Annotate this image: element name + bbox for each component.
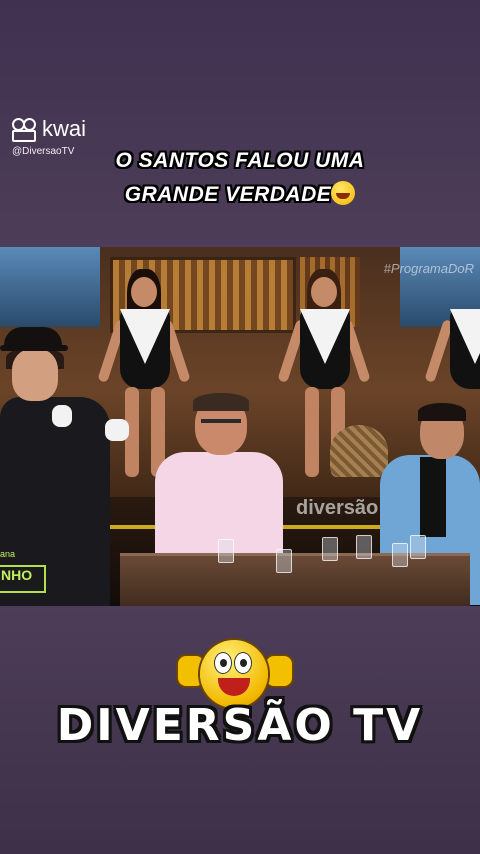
water-glass (218, 539, 234, 563)
video-watermark-mid: diversão (296, 497, 379, 519)
kwai-logo: kwai (12, 116, 86, 142)
kwai-camera-icon (12, 118, 38, 142)
caption-line-2: GRANDE VERDADE (0, 181, 480, 207)
studio-window (0, 247, 100, 327)
show-badge-text: NHO (1, 567, 33, 583)
show-badge-top: ana (0, 549, 16, 559)
grinning-sweat-icon (331, 181, 356, 205)
dancer (275, 269, 375, 519)
video-frame[interactable]: #ProgramaDoR diversão ana NHO (0, 247, 480, 606)
caption-line-1: O SANTOS FALOU UMA (115, 149, 365, 172)
desk (120, 553, 470, 606)
brand-name: DIVERSÃO TV (56, 700, 424, 751)
water-glass (410, 535, 426, 559)
water-glass (392, 543, 408, 567)
caption-line-2-text: GRANDE VERDADE (124, 183, 332, 206)
water-glass (276, 549, 292, 573)
water-glass (322, 537, 338, 561)
app-name: kwai (42, 116, 87, 141)
water-glass (356, 535, 372, 559)
